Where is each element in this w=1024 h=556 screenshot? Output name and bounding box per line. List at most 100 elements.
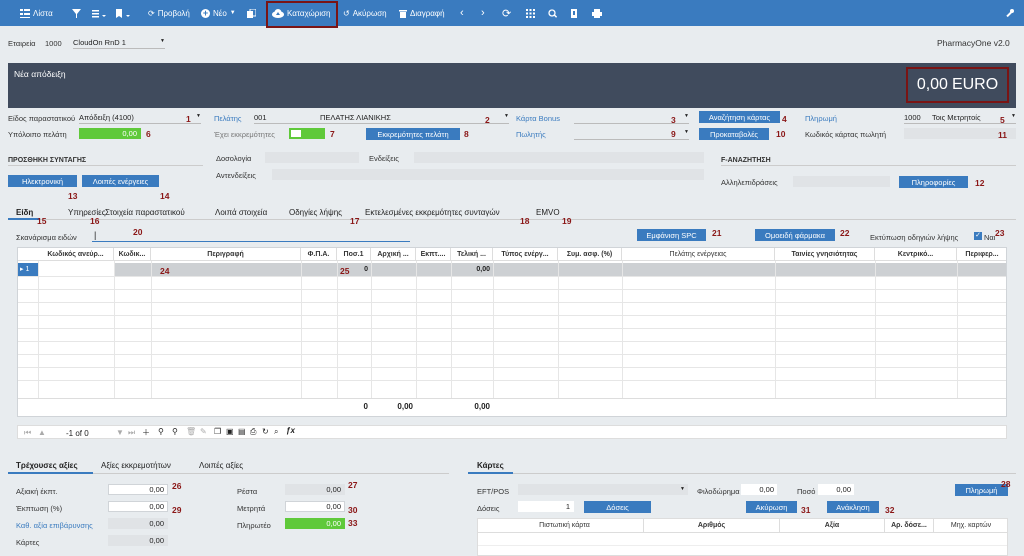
sort-icon[interactable] — [92, 0, 106, 26]
col-header-description[interactable]: Περιγραφή — [151, 248, 301, 261]
company-select[interactable]: CloudOn RnD 1 ▼ — [73, 38, 165, 49]
col-header-final[interactable]: Τελική ... — [451, 248, 493, 261]
copy-icon[interactable]: ❐ — [214, 427, 221, 436]
row-selector[interactable]: ▸ 1 — [18, 263, 38, 276]
value-discount-field[interactable]: 0,00 — [108, 484, 168, 495]
file-icon[interactable]: ▤ — [238, 427, 246, 436]
contraindications-field[interactable] — [272, 169, 704, 180]
print-instructions-checkbox[interactable]: ✓ — [974, 232, 982, 240]
new-button[interactable]: + Νέο ▼ — [201, 0, 236, 26]
col-header-action-type[interactable]: Τύπος ενέργ... — [493, 248, 558, 261]
tab-other-values[interactable]: Λοιπές αξίες — [199, 461, 243, 470]
similar-drugs-button[interactable]: Ομοειδή φάρμακα — [755, 229, 835, 241]
electronic-button[interactable]: Ηλεκτρονική — [8, 175, 77, 187]
info-button[interactable]: Πληροφορίες — [899, 176, 968, 188]
prepaid-button[interactable]: Προκαταβολές — [699, 128, 769, 140]
col-header-value[interactable]: Αξία — [780, 519, 885, 532]
empty-row — [18, 354, 1006, 355]
tab-document-info[interactable]: Στοιχεία παραστατικού — [105, 208, 185, 217]
pending-toggle[interactable] — [289, 128, 325, 139]
wrench-icon[interactable] — [1005, 0, 1014, 26]
last-page-icon[interactable]: ⏭ — [128, 428, 135, 438]
empty-row — [18, 328, 1006, 329]
col-header-discount[interactable]: Εκπτ.... — [416, 248, 451, 261]
person-icon[interactable]: ⚲ — [158, 427, 164, 436]
amount-field[interactable]: 0,00 — [818, 484, 854, 495]
col-header-credit-card[interactable]: Πιστωτική κάρτα — [486, 519, 644, 532]
interactions-field[interactable] — [793, 176, 890, 187]
list-button[interactable]: Λίστα — [20, 0, 53, 26]
print-icon[interactable]: ⎙ — [250, 427, 256, 437]
prev-page-icon[interactable]: ▲ — [38, 428, 46, 437]
cell-search-code-input[interactable] — [38, 263, 114, 276]
scan-label: Σκανάρισμα ειδών — [16, 233, 77, 242]
pending-customer-button[interactable]: Εκκρεμότητες πελάτη — [366, 128, 460, 140]
col-header-installments[interactable]: Αρ. δόσε... — [885, 519, 934, 532]
recall-button[interactable]: Ανάκληση — [827, 501, 879, 513]
col-header-qty[interactable]: Ποσ.1 — [337, 248, 371, 261]
chevron-left-icon[interactable]: ‹ — [460, 0, 464, 26]
tab-items[interactable]: Είδη — [16, 208, 33, 217]
add-row-icon[interactable]: ＋ — [142, 427, 150, 438]
change-field: 0,00 — [285, 484, 345, 495]
col-header-insurance[interactable]: Συμ. ασφ. (%) — [558, 248, 622, 261]
col-header-vat[interactable]: Φ.Π.Α. — [301, 248, 337, 261]
cell-final[interactable]: 0,00 — [451, 263, 493, 276]
col-header-search-code[interactable]: Κωδικός ανεύρ... — [38, 248, 114, 261]
col-header-code[interactable]: Κωδικ... — [114, 248, 151, 261]
first-page-icon[interactable]: ⏮ — [24, 428, 31, 438]
discount-pct-field[interactable]: 0,00 — [108, 501, 168, 512]
other-actions-button[interactable]: Λοιπές ενέργειες — [82, 175, 159, 187]
doc-type-select[interactable]: Απόδειξη (4100) ▼ — [79, 113, 201, 124]
dosage-field[interactable] — [265, 152, 359, 163]
refresh-icon[interactable]: ↻ — [262, 427, 269, 436]
attach-icon[interactable] — [570, 0, 579, 26]
next-page-icon[interactable]: ▼ — [116, 428, 124, 437]
view-button[interactable]: ⟳ Προβολή — [148, 0, 190, 26]
grid-icon[interactable] — [526, 0, 535, 26]
cancel-card-button[interactable]: Ακύρωση — [746, 501, 797, 513]
search-icon[interactable]: ⌕ — [274, 427, 278, 437]
column-line — [38, 261, 39, 398]
trash-icon[interactable]: 🗑 — [186, 427, 196, 436]
tab-executed-pending[interactable]: Εκτελεσμένες εκκρεμότητες συνταγών — [365, 208, 500, 217]
payment-label: Πληρωμή — [805, 114, 837, 123]
col-header-authenticity[interactable]: Ταινίες γνησιότητας — [775, 248, 875, 261]
cancel-toolbar-button[interactable]: ↺ Ακύρωση — [343, 0, 387, 26]
col-header-action-customer[interactable]: Πελάτης ενέργειας — [622, 248, 775, 261]
edit-icon[interactable]: ✎ — [200, 427, 207, 436]
tab-current-values[interactable]: Τρέχουσες αξίες — [16, 461, 78, 470]
zoom-icon[interactable] — [548, 0, 557, 26]
print-icon[interactable] — [592, 0, 602, 26]
tip-field[interactable]: 0,00 — [741, 484, 777, 495]
search-card-button[interactable]: Αναζήτηση κάρτας — [699, 111, 780, 123]
delete-button[interactable]: Διαγραφή — [399, 0, 445, 26]
cash-field[interactable]: 0,00 — [285, 501, 345, 512]
customer-select[interactable]: 001 ΠΕΛΑΤΗΣ ΛΙΑΝΙΚΗΣ ▼ — [254, 113, 509, 124]
col-header-initial[interactable]: Αρχική ... — [371, 248, 416, 261]
sync-icon[interactable]: ⟳ — [502, 0, 511, 26]
bookmark-icon[interactable] — [116, 0, 130, 26]
filter-icon[interactable] — [72, 0, 81, 26]
tab-other-info[interactable]: Λοιπά στοιχεία — [215, 208, 267, 217]
tab-pending-values[interactable]: Αξίες εκκρεμοτήτων — [101, 461, 171, 470]
chevron-right-icon[interactable]: › — [481, 0, 485, 26]
tab-services[interactable]: Υπηρεσίες — [68, 208, 106, 217]
formula-icon[interactable]: ƒx — [286, 426, 295, 435]
tab-cards[interactable]: Κάρτες — [477, 461, 504, 470]
save-icon[interactable]: ▣ — [226, 427, 234, 436]
col-header-number[interactable]: Αριθμός — [644, 519, 780, 532]
add-person-icon[interactable]: ⚲ — [172, 427, 178, 436]
chevron-down-icon: ▼ — [229, 10, 236, 16]
installments-button[interactable]: Δόσεις — [584, 501, 651, 513]
indications-field[interactable] — [414, 152, 704, 163]
col-header-regional[interactable]: Περιφερ... — [957, 248, 1006, 261]
tab-emvo[interactable]: EMVO — [536, 208, 560, 217]
eft-pos-select[interactable]: ▼ — [518, 484, 688, 495]
col-header-card-machine[interactable]: Μηχ. καρτών — [934, 519, 1007, 532]
tab-instructions[interactable]: Οδηγίες λήψης — [289, 208, 342, 217]
copy-icon[interactable] — [247, 0, 256, 26]
installments-field[interactable]: 1 — [518, 501, 574, 512]
col-header-central[interactable]: Κεντρικό... — [875, 248, 957, 261]
show-spc-button[interactable]: Εμφάνιση SPC — [637, 229, 706, 241]
